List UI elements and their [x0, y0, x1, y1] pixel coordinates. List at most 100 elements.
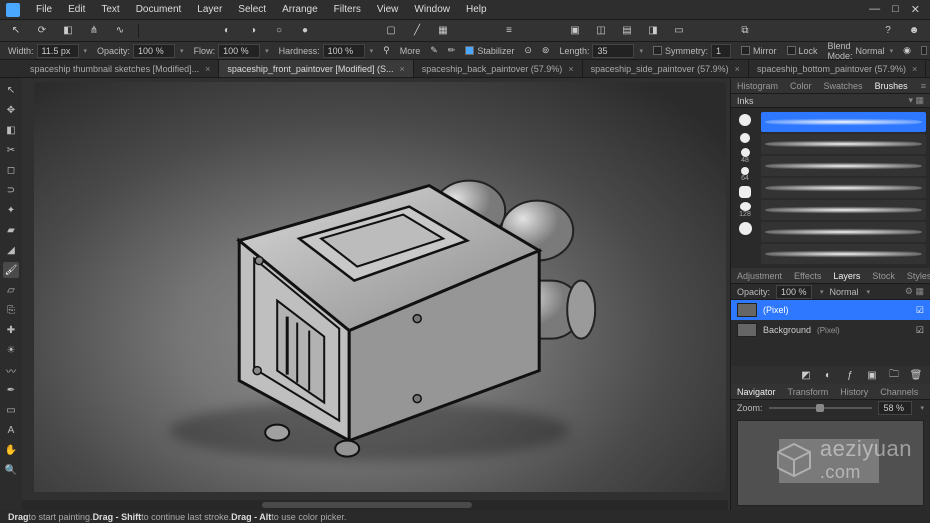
stack2-icon[interactable]: ▤: [619, 23, 635, 39]
move-icon[interactable]: ↖: [8, 23, 24, 39]
mode1-icon[interactable]: ⊙: [524, 43, 532, 59]
navigator-preview[interactable]: [737, 420, 924, 506]
folder-icon[interactable]: 🗀: [886, 367, 902, 383]
opacity-value[interactable]: 100 %: [133, 44, 175, 58]
menu-select[interactable]: Select: [230, 4, 274, 15]
brush-stroke[interactable]: [761, 222, 926, 242]
layer-opacity-value[interactable]: 100 %: [776, 285, 812, 299]
tab-history[interactable]: History: [834, 387, 874, 397]
blendmode-value[interactable]: Normal: [856, 46, 885, 56]
flow-value[interactable]: 100 %: [218, 44, 260, 58]
menu-arrange[interactable]: Arrange: [274, 4, 326, 15]
chevron-down-icon[interactable]: ▾: [178, 47, 184, 55]
chevron-down-icon[interactable]: ▾: [918, 404, 924, 412]
brush-stroke[interactable]: [761, 200, 926, 220]
add-layer-icon[interactable]: ▣: [864, 367, 880, 383]
crop-tool[interactable]: ✂: [3, 142, 19, 158]
brush-stroke[interactable]: [761, 244, 926, 264]
wand-tool[interactable]: ✦: [3, 202, 19, 218]
share-icon[interactable]: ∿: [112, 23, 128, 39]
arrow-tool[interactable]: ↖: [3, 82, 19, 98]
help-icon[interactable]: ?: [880, 23, 896, 39]
symmetry-icon[interactable]: ⧉: [737, 23, 753, 39]
brush-preset[interactable]: 128: [736, 202, 754, 218]
circle-icon[interactable]: ●: [297, 23, 313, 39]
canvas[interactable]: [34, 82, 726, 492]
move-tool[interactable]: ✥: [3, 102, 19, 118]
menu-view[interactable]: View: [369, 4, 407, 15]
close-tab-icon[interactable]: ×: [205, 64, 210, 74]
close-tab-icon[interactable]: ×: [399, 64, 404, 74]
chevron-down-icon[interactable]: ▾: [82, 47, 88, 55]
hand-tool[interactable]: ✋: [3, 442, 19, 458]
network-icon[interactable]: ⋔: [86, 23, 102, 39]
blend-icon[interactable]: ◐: [219, 23, 235, 39]
tab-color[interactable]: Color: [784, 81, 818, 91]
doc-tab-2[interactable]: spaceship_back_paintover (57.9%)×: [414, 60, 583, 77]
more-button[interactable]: More: [400, 46, 421, 56]
overlay-icon[interactable]: ◫: [593, 23, 609, 39]
tab-histogram[interactable]: Histogram: [731, 81, 784, 91]
gradient-tool[interactable]: ◢: [3, 242, 19, 258]
circle-outline-icon[interactable]: ○: [271, 23, 287, 39]
layer-settings-icon[interactable]: ⚙ ▦: [905, 286, 924, 297]
brush-stroke[interactable]: [761, 178, 926, 198]
menu-help[interactable]: Help: [458, 4, 495, 15]
rotate-icon[interactable]: ⟳: [34, 23, 50, 39]
menu-text[interactable]: Text: [93, 4, 127, 15]
menu-document[interactable]: Document: [128, 4, 190, 15]
smudge-tool[interactable]: 〰: [3, 362, 19, 378]
fx-icon[interactable]: ƒ: [842, 367, 858, 383]
brush-stroke[interactable]: [761, 112, 926, 132]
tab-styles[interactable]: Styles: [901, 271, 930, 281]
pen-tool[interactable]: ✒: [3, 382, 19, 398]
layer-visible-icon[interactable]: ☑: [916, 305, 924, 316]
stabilizer-checkbox[interactable]: [465, 46, 474, 55]
chevron-down-icon[interactable]: ▾: [263, 47, 269, 55]
width-value[interactable]: 11.5 px: [37, 44, 79, 58]
doc-tab-0[interactable]: spaceship thumbnail sketches [Modified].…: [22, 60, 219, 77]
tab-layers[interactable]: Layers: [827, 271, 866, 281]
cube-icon[interactable]: ◧: [60, 23, 76, 39]
tab-transform[interactable]: Transform: [782, 387, 835, 397]
layer-blend-value[interactable]: Normal: [830, 287, 859, 297]
brush-stroke[interactable]: [761, 156, 926, 176]
layer-row[interactable]: Background (Pixel) ☑: [731, 320, 930, 340]
diagonal-icon[interactable]: ╱: [409, 23, 425, 39]
select-tool[interactable]: ◻: [3, 162, 19, 178]
tab-channels[interactable]: Channels: [874, 387, 924, 397]
tab-effects[interactable]: Effects: [788, 271, 827, 281]
wet-icon[interactable]: ◉: [903, 43, 911, 59]
tab-adjustment[interactable]: Adjustment: [731, 271, 788, 281]
chevron-down-icon[interactable]: ▾: [888, 47, 894, 55]
align-icon[interactable]: ≡: [501, 23, 517, 39]
menu-file[interactable]: File: [28, 4, 60, 15]
brush-stroke[interactable]: [761, 134, 926, 154]
close-tab-icon[interactable]: ×: [912, 64, 917, 74]
wetedges-checkbox[interactable]: [921, 46, 927, 55]
doc-tab-4[interactable]: spaceship_bottom_paintover (57.9%)×: [749, 60, 926, 77]
lasso-tool[interactable]: ⊃: [3, 182, 19, 198]
tab-navigator[interactable]: Navigator: [731, 387, 782, 397]
chevron-down-icon[interactable]: ▾: [865, 288, 871, 296]
panel-menu-icon[interactable]: ≡: [921, 81, 930, 91]
brush-preset[interactable]: [736, 184, 754, 200]
tab-brushes[interactable]: Brushes: [869, 81, 914, 91]
horizontal-scrollbar[interactable]: [22, 500, 728, 510]
close-tab-icon[interactable]: ×: [568, 64, 573, 74]
delete-icon[interactable]: 🗑: [908, 367, 924, 383]
layer-visible-icon[interactable]: ☑: [916, 325, 924, 336]
shape-tool[interactable]: ▭: [3, 402, 19, 418]
window-minimize-icon[interactable]: —: [869, 3, 880, 16]
color-tool[interactable]: ◧: [3, 122, 19, 138]
window-close-icon[interactable]: ✕: [911, 3, 920, 16]
menu-filters[interactable]: Filters: [326, 4, 369, 15]
adjustment-icon[interactable]: ◐: [820, 367, 836, 383]
hardness-value[interactable]: 100 %: [323, 44, 365, 58]
mode2-icon[interactable]: ⊚: [542, 43, 550, 59]
brush-tool[interactable]: 🖌: [3, 262, 19, 278]
brush-preset[interactable]: 64: [736, 166, 754, 182]
brush-preset[interactable]: [736, 112, 754, 128]
tab-swatches[interactable]: Swatches: [818, 81, 869, 91]
fill-tool[interactable]: ▰: [3, 222, 19, 238]
